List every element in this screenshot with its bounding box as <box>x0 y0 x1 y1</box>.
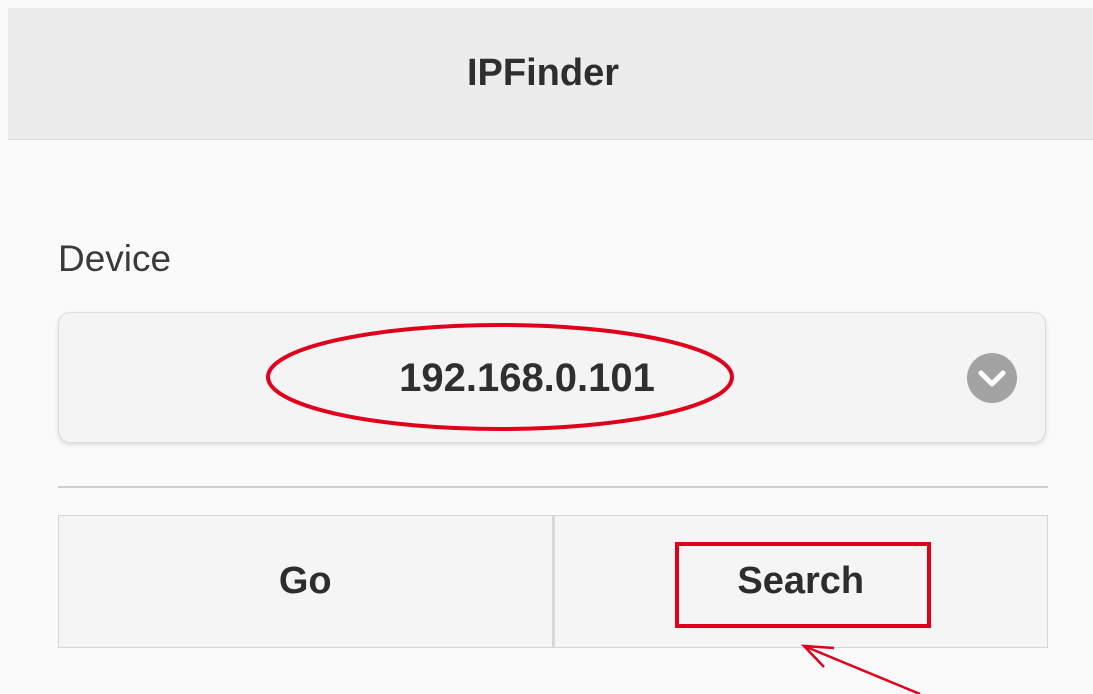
device-selected-value: 192.168.0.101 <box>399 356 655 400</box>
go-button[interactable]: Go <box>59 516 552 647</box>
annotation-arrow <box>800 644 921 694</box>
app-title: IPFinder <box>466 52 620 94</box>
search-button[interactable]: Search <box>551 516 1047 647</box>
divider <box>58 486 1048 488</box>
app-header: IPFinder <box>8 8 1093 140</box>
app-screen: IPFinder Device 192.168.0.101 Go Search <box>0 0 1093 694</box>
action-button-group: Go Search <box>58 515 1048 648</box>
device-label: Device <box>58 238 172 279</box>
device-select[interactable]: 192.168.0.101 <box>58 312 1046 443</box>
chevron-down-circle-icon[interactable] <box>967 353 1017 403</box>
